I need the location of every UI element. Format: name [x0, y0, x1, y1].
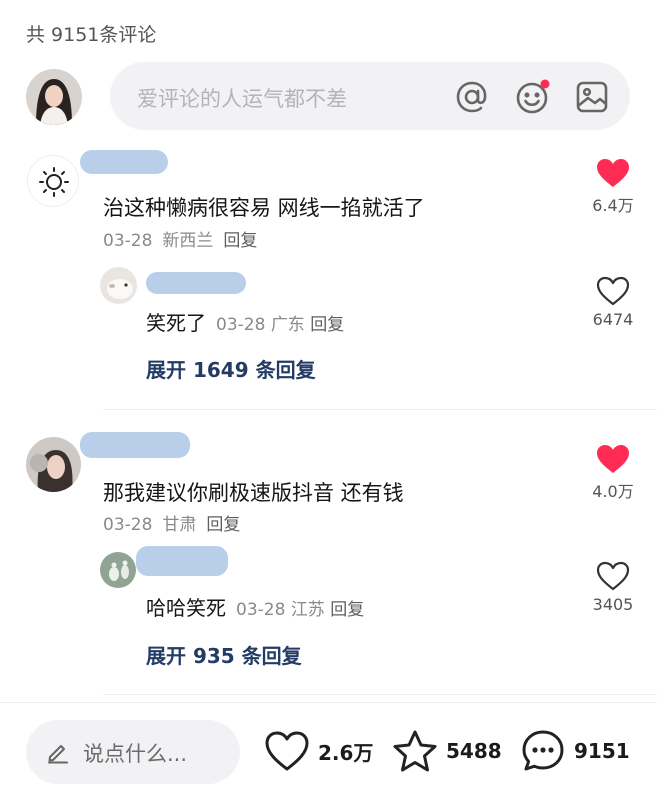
- my-avatar[interactable]: [26, 69, 82, 125]
- video-like-count: 2.6万: [318, 740, 374, 765]
- say-something-placeholder: 说点什么...: [83, 742, 188, 766]
- reply-row: 笑死了 03-28 广东 回复: [146, 307, 344, 336]
- expand-replies-link[interactable]: 展开 1649 条回复: [146, 354, 316, 383]
- like-button[interactable]: 6474: [581, 276, 645, 329]
- like-count: 4.0万: [592, 482, 634, 501]
- username-redacted: [136, 546, 228, 576]
- heart-outline-icon: [265, 731, 309, 771]
- reply-button[interactable]: 回复: [206, 515, 240, 535]
- divider: [103, 694, 657, 695]
- reply-date: 03-28: [216, 315, 266, 335]
- like-button[interactable]: 6.4万: [581, 158, 645, 216]
- replier-avatar[interactable]: [100, 267, 137, 304]
- heart-filled-icon: [597, 445, 629, 473]
- comment-date: 03-28: [103, 231, 153, 251]
- pencil-icon: [48, 745, 68, 764]
- comment-location: 新西兰: [162, 231, 214, 251]
- comment-total-count: 9151: [574, 739, 630, 763]
- comments-button[interactable]: 9151: [520, 721, 630, 781]
- username-redacted: [80, 150, 168, 174]
- reply-location: 广东: [270, 315, 305, 335]
- expand-replies-link[interactable]: 展开 935 条回复: [146, 640, 302, 669]
- bottom-action-bar: 说点什么... 2.6万 5488 9151: [0, 702, 657, 800]
- username-redacted: [146, 272, 246, 294]
- favorite-button[interactable]: 5488: [392, 721, 502, 781]
- image-icon[interactable]: [573, 78, 611, 116]
- heart-outline-icon: [596, 561, 630, 591]
- like-button[interactable]: 4.0万: [581, 444, 645, 502]
- reply-text: 笑死了: [146, 311, 206, 335]
- reply-date: 03-28: [236, 600, 286, 620]
- video-like-button[interactable]: 2.6万: [264, 721, 373, 781]
- emoji-icon[interactable]: [513, 78, 551, 116]
- commenter-avatar[interactable]: [27, 155, 79, 207]
- comment-text: 那我建议你刷极速版抖音 还有钱: [103, 481, 404, 505]
- reply-button[interactable]: 回复: [310, 315, 344, 335]
- replier-avatar[interactable]: [100, 552, 136, 588]
- like-count: 3405: [592, 595, 634, 614]
- reply-row: 哈哈笑死 03-28 江苏 回复: [146, 592, 364, 621]
- comment-input-placeholder: 爱评论的人运气都不差: [137, 87, 347, 111]
- like-count: 6.4万: [592, 196, 634, 215]
- like-count: 6474: [592, 310, 634, 329]
- favorite-count: 5488: [446, 739, 502, 763]
- notification-dot: [540, 79, 550, 89]
- commenter-avatar[interactable]: [26, 437, 81, 492]
- reply-text: 哈哈笑死: [146, 596, 226, 620]
- comment-bubble-icon: [522, 730, 564, 771]
- reply-button[interactable]: 回复: [330, 600, 364, 620]
- reply-button[interactable]: 回复: [223, 231, 257, 251]
- comment-text: 治这种懒病很容易 网线一掐就活了: [103, 196, 425, 220]
- divider: [103, 409, 657, 410]
- star-outline-icon: [393, 730, 437, 772]
- comment-date: 03-28: [103, 515, 153, 535]
- sun-icon: [28, 156, 78, 206]
- heart-filled-icon: [597, 159, 629, 187]
- say-something-input[interactable]: 说点什么...: [26, 720, 240, 784]
- comment-meta: 03-28 甘肃 回复: [103, 510, 250, 535]
- like-button[interactable]: 3405: [581, 561, 645, 614]
- comment-location: 甘肃: [162, 515, 197, 535]
- username-redacted: [80, 432, 190, 458]
- reply-location: 江苏: [290, 600, 325, 620]
- at-icon[interactable]: [453, 78, 491, 116]
- heart-outline-icon: [596, 276, 630, 306]
- comment-count: 共 9151条评论: [26, 24, 157, 46]
- comment-meta: 03-28 新西兰 回复: [103, 226, 267, 251]
- comment-input[interactable]: 爱评论的人运气都不差: [110, 62, 630, 130]
